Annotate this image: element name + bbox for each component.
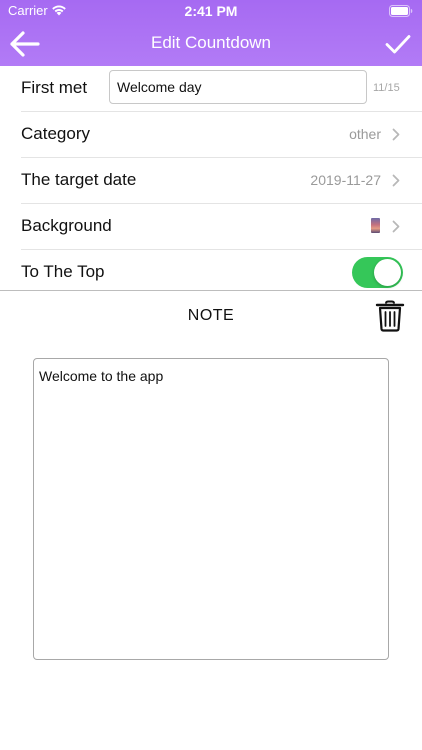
battery-icon xyxy=(389,5,413,17)
category-value: other xyxy=(349,126,381,142)
header: Carrier 2:41 PM Edit Countdown xyxy=(0,0,422,66)
toggle-knob xyxy=(374,259,401,286)
background-row[interactable]: Background xyxy=(21,204,422,250)
target-date-label: The target date xyxy=(21,170,137,189)
status-bar: Carrier 2:41 PM xyxy=(0,0,422,22)
status-time: 2:41 PM xyxy=(184,3,238,19)
section-divider xyxy=(0,290,422,291)
edit-countdown-screen: Carrier 2:41 PM Edit Countdown First met… xyxy=(0,0,422,750)
chevron-right-icon xyxy=(392,128,400,141)
to-top-row: To The Top xyxy=(21,250,422,295)
char-count: 11/15 xyxy=(373,82,400,94)
delete-button[interactable] xyxy=(375,300,405,332)
name-label: First met xyxy=(21,78,88,97)
background-label: Background xyxy=(21,216,112,235)
checkmark-icon xyxy=(385,35,411,54)
chevron-right-icon xyxy=(392,220,400,233)
page-title: Edit Countdown xyxy=(150,33,272,52)
name-input[interactable] xyxy=(109,70,367,104)
target-date-value: 2019-11-27 xyxy=(310,172,381,188)
background-thumbnail xyxy=(371,218,380,233)
to-top-toggle[interactable] xyxy=(352,257,403,288)
note-title: NOTE xyxy=(187,307,235,324)
category-label: Category xyxy=(21,124,90,143)
countdown-form: First met 11/15 Category other The targe… xyxy=(0,66,422,295)
target-date-row[interactable]: The target date 2019-11-27 xyxy=(21,158,422,204)
save-button[interactable] xyxy=(382,28,414,60)
name-row: First met 11/15 xyxy=(21,66,422,112)
note-textarea[interactable]: Welcome to the app xyxy=(33,358,389,660)
category-row[interactable]: Category other xyxy=(21,112,422,158)
chevron-right-icon xyxy=(392,174,400,187)
trash-icon xyxy=(375,300,405,332)
nav-bar: Edit Countdown xyxy=(0,22,422,66)
to-top-label: To The Top xyxy=(21,262,105,281)
